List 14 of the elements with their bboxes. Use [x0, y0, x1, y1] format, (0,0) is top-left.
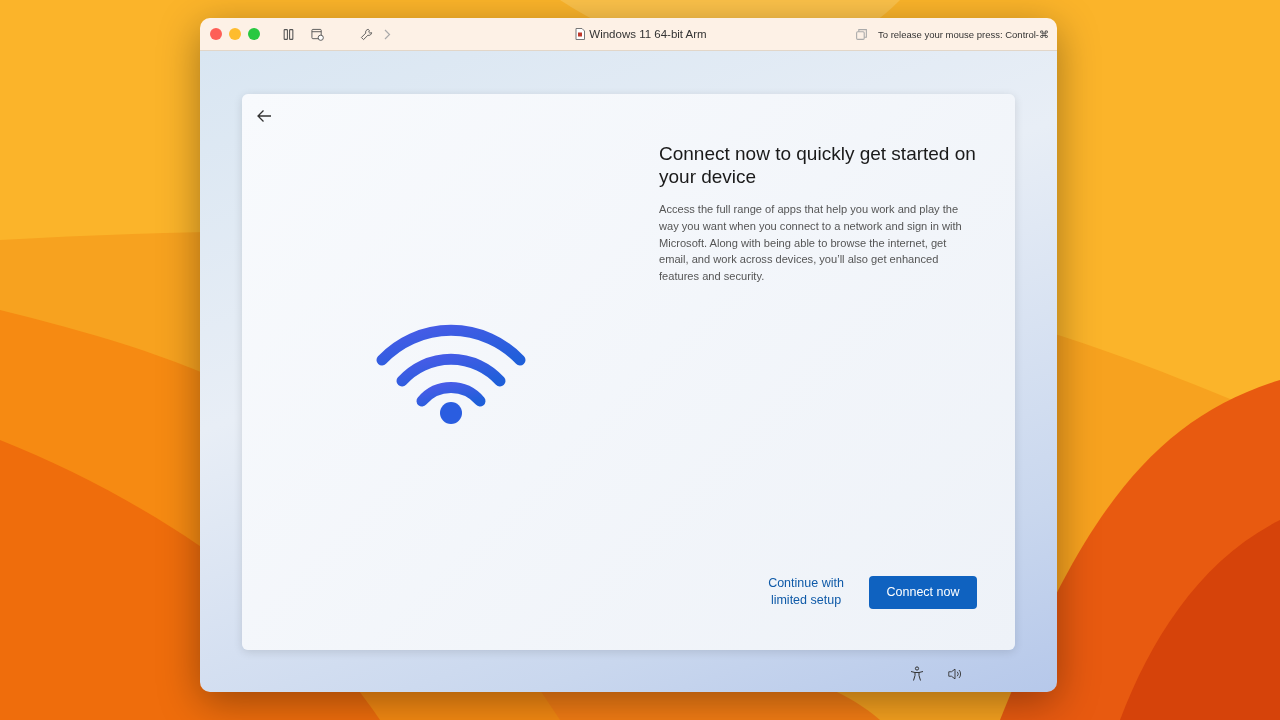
page-heading: Connect now to quickly get started on your device	[659, 142, 977, 188]
close-button[interactable]	[210, 28, 222, 40]
window-title: Windows 11 64-bit Arm	[589, 28, 707, 40]
wrench-icon[interactable]	[360, 27, 373, 41]
connect-now-button[interactable]: Connect now	[869, 575, 977, 609]
accessibility-icon[interactable]	[909, 666, 925, 682]
description-text: Access the full range of apps that help you work and play the way you want when you connect to a network and sign in with Microsoft. Along with being able to browse the internet, get email, and work across devices, you’ll also get enhanced features and security.	[659, 202, 963, 285]
speaker-icon[interactable]	[947, 666, 963, 682]
limited-setup-link[interactable]: Continue with limited setup	[761, 575, 851, 609]
document-icon	[575, 28, 586, 40]
release-hint: To release your mouse press: Control-⌘	[877, 28, 1049, 40]
snapshot-icon[interactable]	[311, 27, 324, 41]
pause-icon[interactable]	[282, 27, 295, 41]
back-arrow-icon[interactable]	[256, 109, 272, 123]
